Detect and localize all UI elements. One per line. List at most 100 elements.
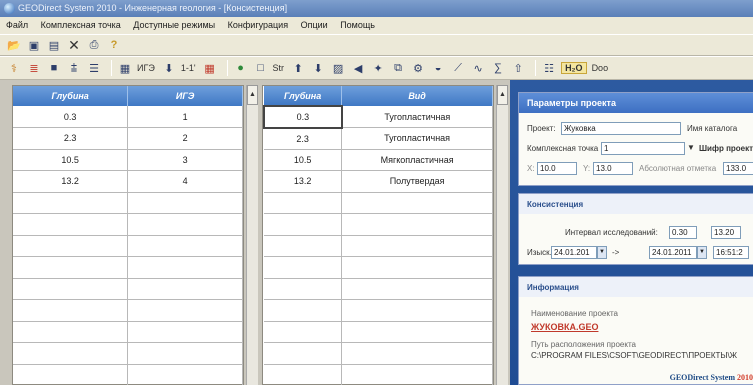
grid-cell[interactable]: Полутвердая	[341, 170, 493, 193]
table-row[interactable]	[264, 364, 493, 385]
table-row[interactable]	[264, 342, 493, 365]
table-row[interactable]	[264, 256, 493, 279]
grid-cell[interactable]	[341, 256, 493, 279]
table-row[interactable]: 10.5 3	[13, 149, 243, 171]
up-icon[interactable]: ⇧	[510, 60, 526, 76]
project-name-link[interactable]: ЖУКОВКА.GEO	[531, 322, 598, 332]
save-icon[interactable]: ▣	[26, 37, 42, 53]
grid-cell[interactable]	[13, 235, 129, 257]
grid-cell[interactable]: 10.5	[13, 149, 129, 171]
str-button[interactable]: Str	[273, 63, 285, 73]
pin-icon[interactable]: ⬆	[290, 60, 306, 76]
calendar-dropdown-icon[interactable]: ▼	[597, 246, 607, 259]
fill-icon[interactable]: ◒	[430, 60, 446, 76]
date-to-input[interactable]: 24.01.2011	[649, 246, 697, 259]
grid-cell[interactable]	[341, 321, 493, 343]
menu-file[interactable]: Файл	[6, 20, 28, 30]
calendar-dropdown-icon[interactable]: ▼	[697, 246, 707, 259]
table-row[interactable]	[264, 192, 493, 214]
table-icon[interactable]: ▦	[117, 60, 133, 76]
grid-header-depth[interactable]: Глубина	[13, 86, 129, 106]
grid-cell[interactable]: 2.3	[13, 127, 129, 150]
table-row[interactable]	[13, 364, 243, 385]
grid-cell[interactable]	[13, 364, 129, 385]
grid-cell[interactable]	[341, 213, 493, 236]
open-folder-icon[interactable]: 📂	[6, 37, 22, 53]
table-row[interactable]	[264, 235, 493, 257]
function-icon[interactable]: ∑	[490, 60, 506, 76]
grid-cell[interactable]	[264, 192, 343, 214]
abs-input[interactable]: 133.0	[723, 162, 753, 175]
arrow-down-icon[interactable]: ⬇	[310, 60, 326, 76]
grid-cell[interactable]: 4	[127, 170, 243, 193]
layers-icon[interactable]: ≣	[26, 60, 42, 76]
grid-header-ige[interactable]: ИГЭ	[127, 86, 243, 106]
grid-cell[interactable]	[341, 342, 493, 365]
table-row[interactable]	[13, 256, 243, 279]
compass-icon[interactable]: ✦	[370, 60, 386, 76]
grid-cell[interactable]	[127, 256, 243, 279]
list-icon[interactable]: ☰	[86, 60, 102, 76]
table-row[interactable]	[13, 278, 243, 300]
grid-header-type[interactable]: Вид	[341, 86, 493, 106]
table-row[interactable]: 2.3 2	[13, 127, 243, 150]
consistency-grid-scrollbar[interactable]: ▲	[496, 85, 508, 385]
grid-cell[interactable]	[127, 213, 243, 236]
grid-cell[interactable]: Тугопластичная	[341, 127, 493, 150]
grid-cell[interactable]: 2	[127, 127, 243, 150]
table-row[interactable]	[13, 299, 243, 322]
grid-cell[interactable]	[127, 364, 243, 385]
table-row[interactable]	[264, 321, 493, 343]
block-icon[interactable]: ■	[46, 60, 62, 76]
menu-complex-point[interactable]: Комплексная точка	[41, 20, 121, 30]
table-row[interactable]	[13, 192, 243, 214]
print-icon[interactable]: ⎙	[86, 37, 102, 53]
table-row[interactable]: 13.2 4	[13, 170, 243, 193]
image-icon[interactable]: ▨	[330, 60, 346, 76]
grid-header-depth[interactable]: Глубина	[264, 86, 343, 106]
grid-cell[interactable]	[127, 342, 243, 365]
grid-cell[interactable]: 10.5	[264, 149, 343, 171]
interval-to-input[interactable]: 13.20	[711, 226, 741, 239]
time-to-input[interactable]: 16:51:2	[713, 246, 749, 259]
doo-button[interactable]: Doo	[592, 63, 609, 73]
scroll-up-icon[interactable]: ▲	[497, 85, 508, 105]
grid-cell[interactable]: Тугопластичная	[341, 106, 493, 128]
table-row[interactable]: 0.3 1	[13, 106, 243, 128]
grid-cell[interactable]	[264, 235, 343, 257]
grid-cell[interactable]	[127, 235, 243, 257]
table-row[interactable]	[13, 235, 243, 257]
grid-cell[interactable]	[264, 299, 343, 322]
down-arrow-icon[interactable]: ⬇	[161, 60, 177, 76]
table-row[interactable]	[13, 321, 243, 343]
project-input[interactable]: Жуковка	[561, 122, 681, 135]
grid-cell[interactable]: Мягкопластичная	[341, 149, 493, 171]
ige-button[interactable]: ИГЭ	[137, 63, 155, 73]
table-row[interactable]: 13.2 Полутвердая	[264, 170, 493, 193]
table-row[interactable]	[13, 342, 243, 365]
menu-options[interactable]: Опции	[301, 20, 328, 30]
grid-cell[interactable]: 3	[127, 149, 243, 171]
grid-cell[interactable]	[13, 213, 129, 236]
grid-cell[interactable]	[341, 192, 493, 214]
add-layer-icon[interactable]: ⩲	[66, 60, 82, 76]
scroll-up-icon[interactable]: ▲	[247, 85, 258, 105]
grid-cell-selected[interactable]: 0.3	[263, 105, 343, 129]
report-icon[interactable]: ☷	[541, 60, 557, 76]
ige-grid-scrollbar[interactable]: ▲	[246, 85, 258, 385]
grid-cell[interactable]	[127, 192, 243, 214]
table-row[interactable]: 2.3 Тугопластичная	[264, 127, 493, 150]
grid-cell[interactable]: 2.3	[264, 127, 343, 150]
menu-configuration[interactable]: Конфигурация	[228, 20, 288, 30]
book-icon[interactable]: □	[253, 60, 269, 76]
table-row[interactable]: 0.3 Тугопластичная	[263, 105, 493, 129]
chevron-down-icon[interactable]: ▼	[687, 143, 695, 152]
table-row[interactable]	[264, 278, 493, 300]
grid-icon[interactable]: ▦	[202, 60, 218, 76]
grid-cell[interactable]	[341, 278, 493, 300]
h2o-button[interactable]: H₂O	[561, 62, 587, 74]
settings-icon[interactable]: ⚙	[410, 60, 426, 76]
table-row[interactable]	[264, 213, 493, 236]
globe-icon[interactable]: ●	[233, 60, 249, 76]
grid-cell[interactable]	[127, 299, 243, 322]
